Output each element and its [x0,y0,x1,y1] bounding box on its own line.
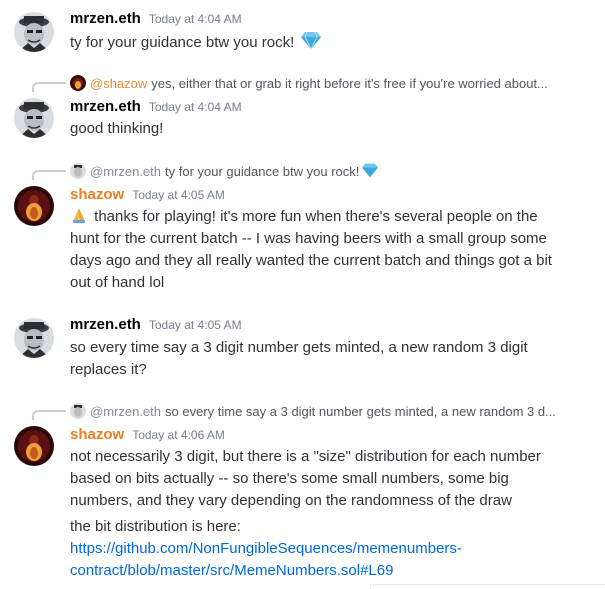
avatar-shazow[interactable] [14,186,54,226]
message-line: out of hand lol [70,274,165,291]
reply-author[interactable]: @mrzen.eth [90,164,161,179]
reply-spine [32,170,66,180]
gem-stone-icon [361,162,379,181]
message-line: so every time say a 3 digit number gets … [70,339,528,356]
gangster-avatar-icon [14,98,54,138]
message-text: good thinking! [70,120,164,137]
reply-author[interactable]: @shazow [90,76,147,91]
shazow-avatar-icon [14,426,54,466]
gangster-avatar-icon [14,318,54,358]
message-header: shazow Today at 4:06 AM [70,426,225,446]
timestamp: Today at 4:05 AM [148,318,242,332]
message-content: good thinking! [70,118,590,140]
reply-spine [32,82,66,92]
username[interactable]: shazow [70,426,124,443]
gangster-avatar-icon [14,12,54,52]
chat-log: mrzen.eth Today at 4:04 AM ty for your g… [0,0,605,589]
timestamp: Today at 4:04 AM [148,100,242,114]
avatar-mrzen[interactable] [14,318,54,358]
message-line: https://github.com/NonFungibleSequences/… [70,538,590,560]
shazow-mini-avatar-icon [70,75,86,91]
timestamp: Today at 4:04 AM [148,12,242,26]
divider [370,584,605,589]
message-header: mrzen.eth Today at 4:04 AM [70,10,242,30]
message-header: mrzen.eth Today at 4:04 AM [70,98,242,118]
gem-stone-icon [300,30,322,57]
timestamp: Today at 4:06 AM [132,428,225,442]
message-line: not necessarily 3 digit, but there is a … [70,448,541,465]
mrzen-mini-avatar-icon [70,403,86,419]
message-text: ty for your guidance btw you rock! [70,34,295,51]
folded-hands-icon [70,206,88,224]
message-line: days ago and they all really wanted the … [70,252,552,269]
username[interactable]: shazow [70,186,124,203]
username[interactable]: mrzen.eth [70,10,141,27]
message-line: hunt for the current batch -- I was havi… [70,230,547,247]
message-content: thanks for playing! it's more fun when t… [70,206,590,294]
mrzen-mini-avatar-icon [70,163,86,179]
reply-text: yes, either that or grab it right before… [151,75,548,91]
message-header: shazow Today at 4:05 AM [70,186,225,206]
message-header: mrzen.eth Today at 4:05 AM [70,316,242,336]
username[interactable]: mrzen.eth [70,316,141,333]
reply-text: so every time say a 3 digit number gets … [165,403,556,419]
message-content: the bit distribution is here: https://gi… [70,516,590,582]
username[interactable]: mrzen.eth [70,98,141,115]
message-content: so every time say a 3 digit number gets … [70,337,590,381]
reply-author[interactable]: @mrzen.eth [90,404,161,419]
message-line: based on bits actually -- so there's som… [70,470,509,487]
message-content: not necessarily 3 digit, but there is a … [70,446,590,512]
message-line: thanks for playing! it's more fun when t… [70,206,590,228]
avatar-mrzen[interactable] [14,12,54,52]
timestamp: Today at 4:05 AM [132,188,225,202]
reply-spine [32,410,66,420]
avatar-mrzen[interactable] [14,98,54,138]
message-line: replaces it? [70,361,147,378]
reply-text: ty for your guidance btw you rock! [165,163,360,179]
message-line: numbers, and they vary depending on the … [70,492,512,509]
shazow-avatar-icon [14,186,54,226]
message-content: ty for your guidance btw you rock! [70,30,590,57]
message-line: the bit distribution is here: [70,518,241,535]
github-link[interactable]: contract/blob/master/src/MemeNumbers.sol… [70,562,393,579]
github-link[interactable]: https://github.com/NonFungibleSequences/… [70,540,462,557]
avatar-shazow[interactable] [14,426,54,466]
message-line: contract/blob/master/src/MemeNumbers.sol… [70,560,590,582]
